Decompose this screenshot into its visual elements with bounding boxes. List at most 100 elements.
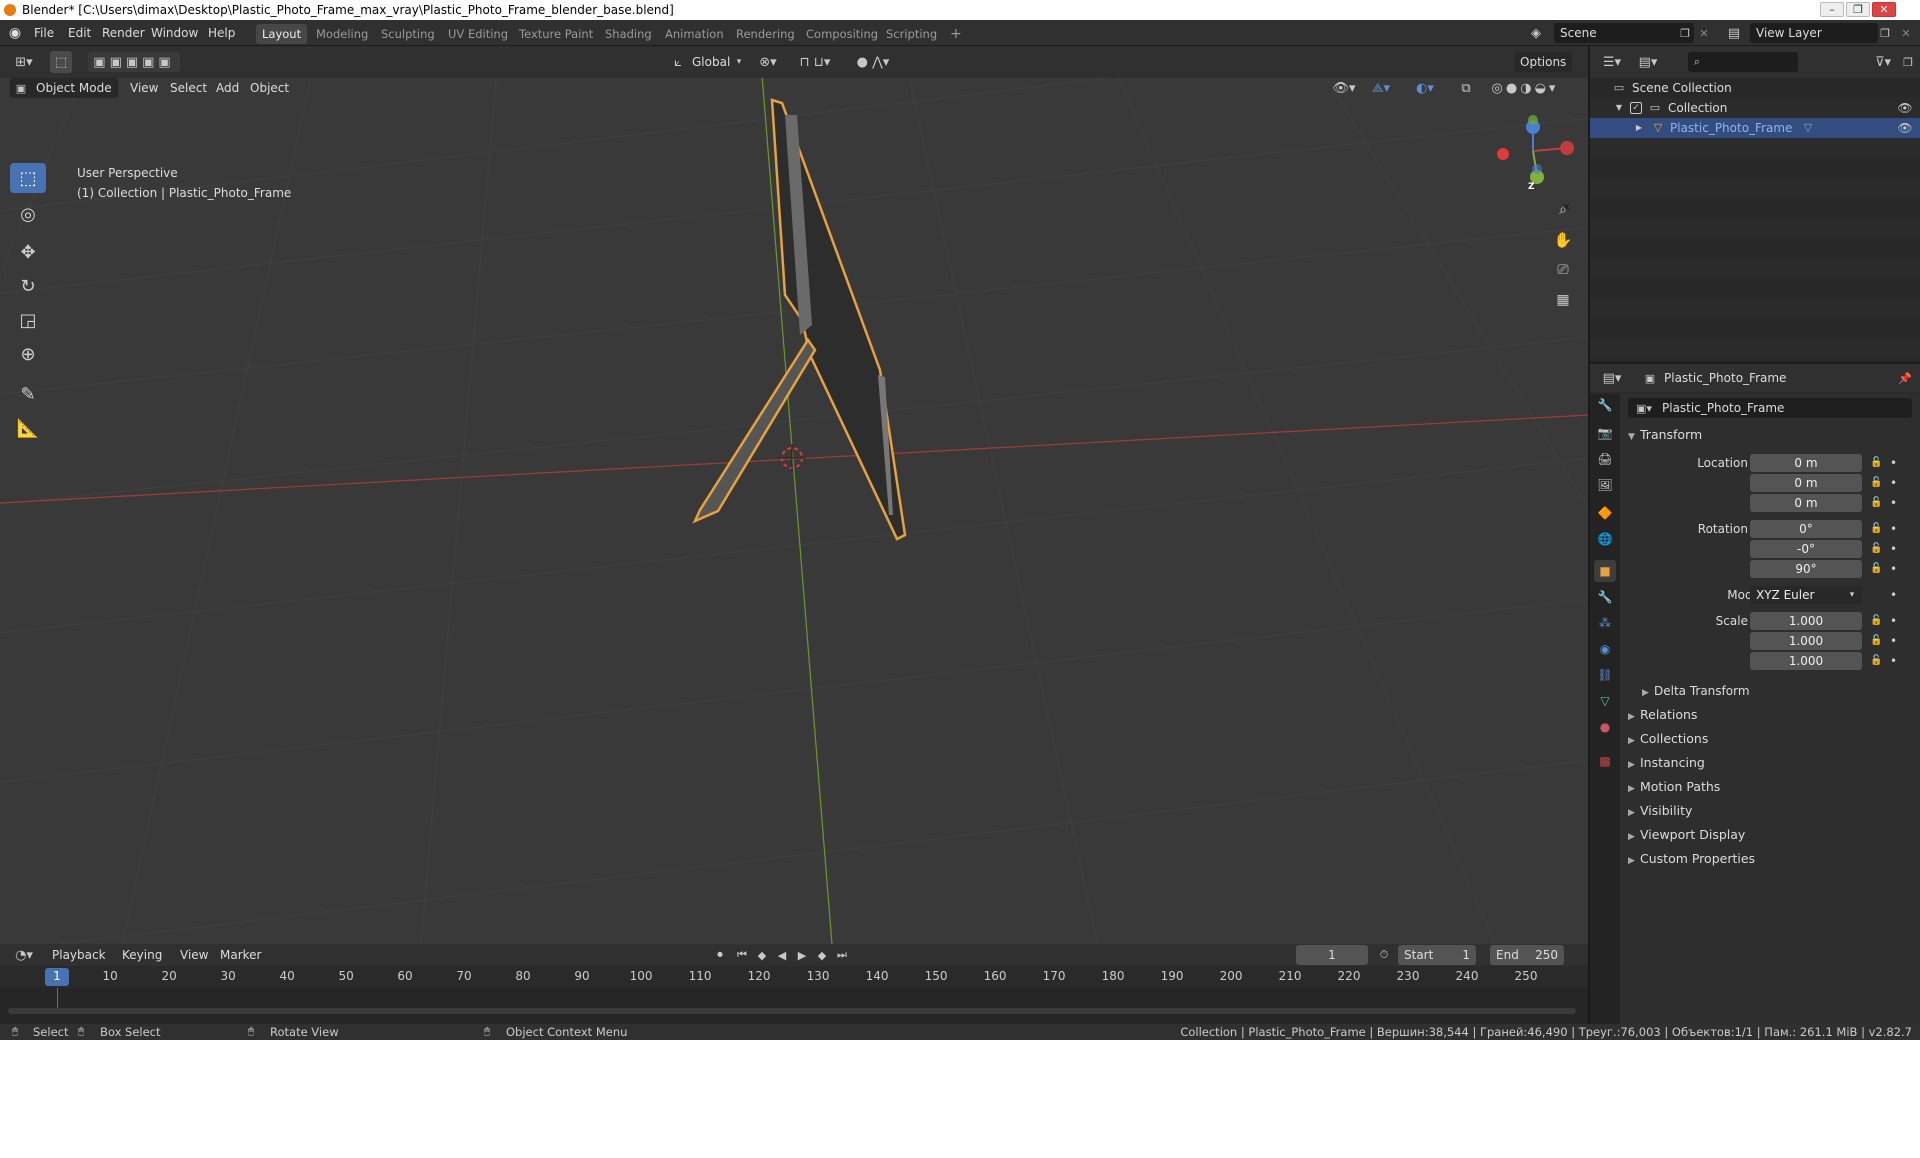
lock-icon[interactable]: 🔓	[1870, 540, 1882, 558]
pan-hand-icon[interactable]: ✋	[1550, 227, 1576, 253]
gizmo-z-label[interactable]: Z	[1528, 182, 1535, 192]
snap-icon[interactable]: ⊓ ⊔▾	[790, 53, 840, 71]
expand-arrow-icon[interactable]: ▶	[1634, 119, 1644, 137]
viewport-menu-object[interactable]: Object	[244, 78, 295, 98]
select-box-tool-icon[interactable]: ⬚	[10, 163, 46, 193]
delete-view-layer-icon[interactable]: ✕	[1898, 24, 1914, 42]
menu-file[interactable]: File	[34, 20, 54, 46]
tab-animation[interactable]: Animation	[659, 24, 730, 44]
lock-icon[interactable]: 🔓	[1870, 612, 1882, 630]
timeline-editor-icon[interactable]: ◔▾	[10, 946, 38, 964]
location-y-field[interactable]: 0 m	[1750, 474, 1862, 492]
viewport-menu-select[interactable]: Select	[164, 78, 213, 98]
start-frame-field[interactable]: Start 1	[1398, 945, 1476, 965]
minimize-button[interactable]: –	[1820, 2, 1844, 17]
tab-layout[interactable]: Layout	[256, 24, 308, 44]
checkbox-icon[interactable]: ✓	[1630, 102, 1642, 114]
move-tool-icon[interactable]: ✥	[10, 237, 46, 267]
timeline-menu-keying[interactable]: Keying	[116, 945, 168, 965]
collections-panel[interactable]: ▶ Collections	[1628, 728, 1912, 750]
timeline-menu-marker[interactable]: Marker	[214, 945, 267, 965]
next-keyframe-icon[interactable]: ◆	[814, 946, 830, 964]
scene-type-icon[interactable]: ◈	[1526, 24, 1546, 42]
object-datablock-icon[interactable]: ▣▾	[1632, 399, 1656, 417]
expand-arrow-icon[interactable]: ▼	[1614, 99, 1624, 117]
add-workspace-button[interactable]: +	[944, 24, 968, 44]
mesh-data-icon[interactable]: ▽	[1800, 119, 1816, 137]
keyframe-dot-icon[interactable]: •	[1890, 540, 1897, 558]
visibility-icon[interactable]: 👁▾	[1330, 78, 1358, 98]
motion-paths-panel[interactable]: ▶ Motion Paths	[1628, 776, 1912, 798]
rotate-tool-icon[interactable]: ↻	[10, 271, 46, 301]
output-tab-icon[interactable]: 🖨	[1594, 448, 1616, 470]
menu-render[interactable]: Render	[102, 20, 145, 46]
object-tab-icon[interactable]: ■	[1594, 560, 1616, 582]
viewport-menu-view[interactable]: View	[124, 78, 164, 98]
select-mode-icon[interactable]: ⬚	[50, 51, 72, 73]
visibility-panel[interactable]: ▶ Visibility	[1628, 800, 1912, 822]
viewport-menu-add[interactable]: Add	[210, 78, 245, 98]
maximize-button[interactable]: ❐	[1846, 2, 1870, 17]
zoom-icon[interactable]: ⌕	[1550, 197, 1576, 223]
preview-range-icon[interactable]: ⏱	[1376, 946, 1392, 964]
outliner-row-collection[interactable]: ▼ ✓ ▭ Collection 👁	[1590, 98, 1920, 118]
viewport-display-panel[interactable]: ▶ Viewport Display	[1628, 824, 1912, 846]
display-mode-icon[interactable]: ▤▾	[1634, 52, 1662, 72]
texture-tab-icon[interactable]: ▩	[1594, 750, 1616, 772]
keyframe-dot-icon[interactable]: •	[1890, 520, 1897, 538]
lock-icon[interactable]: 🔓	[1870, 652, 1882, 670]
record-icon[interactable]: ⏺	[712, 946, 728, 964]
tool-tab-icon[interactable]: 🔧	[1594, 394, 1616, 416]
outliner-search-input[interactable]	[1688, 52, 1798, 72]
new-collection-icon[interactable]: ❐	[1898, 52, 1918, 72]
scene-name-field[interactable]: Scene	[1554, 23, 1694, 43]
pivot-point-icon[interactable]: ⊗▾	[754, 53, 782, 71]
lock-icon[interactable]: 🔓	[1870, 494, 1882, 512]
camera-view-icon[interactable]: ⎚	[1550, 257, 1576, 283]
3d-viewport[interactable]: Z X ⌕ ✋ ⎚ ▦ ⬚ ◎ ✥ ↻ ◲ ⊕ ✎ 📐 User Perspec…	[0, 55, 1588, 944]
keyframe-dot-icon[interactable]: •	[1890, 474, 1897, 492]
rotation-x-field[interactable]: 0°	[1750, 520, 1862, 538]
keyframe-dot-icon[interactable]: •	[1890, 494, 1897, 512]
material-tab-icon[interactable]: ●	[1594, 716, 1616, 738]
keyframe-dot-icon[interactable]: •	[1890, 560, 1897, 578]
scale-tool-icon[interactable]: ◲	[10, 305, 46, 335]
delta-transform-panel[interactable]: ▶ Delta Transform	[1642, 680, 1920, 702]
timeline-scrollbar[interactable]	[8, 1008, 1576, 1014]
keyframe-dot-icon[interactable]: •	[1890, 454, 1897, 472]
properties-editor-icon[interactable]: ▤▾	[1598, 368, 1626, 388]
play-reverse-icon[interactable]: ◀	[774, 946, 790, 964]
tab-rendering[interactable]: Rendering	[730, 24, 801, 44]
lock-icon[interactable]: 🔓	[1870, 560, 1882, 578]
selection-mode-icons[interactable]: ▣▣▣▣▣	[88, 52, 180, 72]
gizmo-toggle-icon[interactable]: ⟁▾	[1366, 78, 1396, 98]
keyframe-dot-icon[interactable]: •	[1890, 632, 1897, 650]
menu-window[interactable]: Window	[151, 20, 198, 46]
filter-icon[interactable]: ⊽▾	[1870, 52, 1896, 72]
object-name-field[interactable]: Plastic_Photo_Frame	[1628, 398, 1912, 418]
lock-icon[interactable]: 🔓	[1870, 474, 1882, 492]
tab-sculpting[interactable]: Sculpting	[375, 24, 441, 44]
lock-icon[interactable]: 🔓	[1870, 520, 1882, 538]
grid-view-icon[interactable]: ▦	[1550, 287, 1576, 313]
proportional-edit-icon[interactable]: ● ⋀▾	[848, 53, 898, 71]
jump-end-icon[interactable]: ⏭	[834, 946, 850, 964]
tab-scripting[interactable]: Scripting	[880, 24, 943, 44]
outliner-row-scene-collection[interactable]: ▭ Scene Collection	[1590, 78, 1920, 98]
blender-menu-icon[interactable]: ◉	[6, 24, 24, 42]
eye-icon[interactable]: 👁	[1896, 99, 1914, 117]
outliner-row-object[interactable]: ▶ ▽ Plastic_Photo_Frame ▽ 👁	[1590, 118, 1920, 138]
world-tab-icon[interactable]: 🌐	[1594, 528, 1616, 550]
modifier-tab-icon[interactable]: 🔧	[1594, 586, 1616, 608]
scale-x-field[interactable]: 1.000	[1750, 612, 1862, 630]
view-layer-icon[interactable]: ▤	[1724, 24, 1744, 42]
delete-scene-icon[interactable]: ✕	[1696, 24, 1712, 42]
location-z-field[interactable]: 0 m	[1750, 494, 1862, 512]
orientation-icon[interactable]: ⟀	[668, 53, 688, 71]
menu-edit[interactable]: Edit	[68, 20, 91, 46]
tab-compositing[interactable]: Compositing	[800, 24, 884, 44]
rotation-y-field[interactable]: -0°	[1750, 540, 1862, 558]
tab-uv-editing[interactable]: UV Editing	[442, 24, 514, 44]
overlay-toggle-icon[interactable]: ◐▾	[1410, 78, 1440, 98]
scene-tab-icon[interactable]: 🔶	[1594, 502, 1616, 524]
